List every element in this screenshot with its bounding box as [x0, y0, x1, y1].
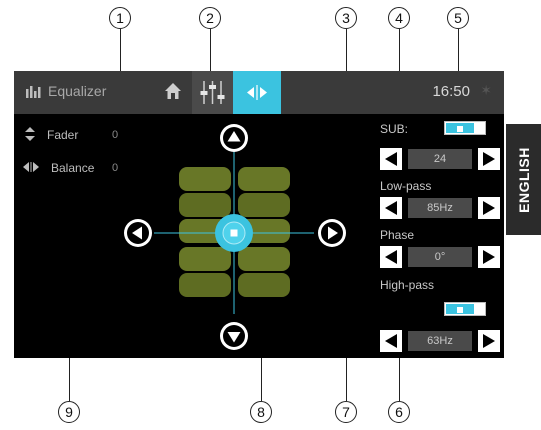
fader-label: Fader [47, 128, 79, 142]
callout-2: 2 [199, 7, 221, 29]
phase-decrease-button[interactable] [380, 246, 402, 268]
mixer-tab[interactable] [192, 71, 233, 114]
balance-icon [247, 85, 267, 100]
device-screen: Equalizer 16:50 ✶ Fader 0 Balance 0 SUB:… [14, 71, 504, 358]
phase-stepper: 0° [380, 246, 500, 268]
callout-1: 1 [109, 7, 131, 29]
sub-increase-button[interactable] [478, 148, 500, 170]
highpass-increase-button[interactable] [478, 330, 500, 352]
balance-fader-pad[interactable] [122, 122, 348, 352]
balance-small-icon [23, 162, 39, 172]
balance-value: 0 [112, 162, 119, 174]
language-label: ENGLISH [515, 146, 532, 213]
callout-8: 8 [250, 401, 272, 423]
speaker-rear-right [238, 247, 290, 297]
lowpass-label: Low-pass [380, 179, 432, 193]
speaker-rear-left [179, 247, 231, 297]
callout-7: 7 [335, 401, 357, 423]
callout-6: 6 [388, 401, 410, 423]
lowpass-increase-button[interactable] [478, 197, 500, 219]
lowpass-value: 85Hz [408, 198, 472, 218]
highpass-stepper: 63Hz [380, 330, 500, 352]
clock: 16:50 [432, 83, 470, 100]
sub-decrease-button[interactable] [380, 148, 402, 170]
phase-label: Phase [380, 228, 415, 242]
lowpass-decrease-button[interactable] [380, 197, 402, 219]
sub-toggle[interactable] [444, 121, 486, 135]
phase-increase-button[interactable] [478, 246, 500, 268]
highpass-value: 63Hz [408, 331, 472, 351]
fader-value: 0 [112, 129, 119, 141]
callout-3: 3 [335, 7, 357, 29]
bluetooth-icon: ✶ [480, 82, 492, 98]
sub-stepper: 24 [380, 148, 500, 170]
callout-4: 4 [388, 7, 410, 29]
callout-5: 5 [447, 7, 469, 29]
lowpass-stepper: 85Hz [380, 197, 500, 219]
arrow-down-button[interactable] [220, 322, 248, 350]
language-tab: ENGLISH [506, 124, 541, 235]
arrow-left-button[interactable] [124, 219, 152, 247]
callout-9: 9 [58, 401, 80, 423]
fader-icon [25, 127, 35, 141]
balance-tab[interactable] [233, 71, 281, 114]
sub-value: 24 [408, 149, 472, 169]
balance-label: Balance [51, 161, 95, 175]
highpass-toggle[interactable] [444, 302, 486, 316]
home-icon[interactable] [164, 82, 182, 100]
highpass-decrease-button[interactable] [380, 330, 402, 352]
phase-value: 0° [408, 247, 472, 267]
equalizer-icon [26, 86, 41, 98]
highpass-label: High-pass [380, 278, 435, 292]
sub-label: SUB: [380, 122, 409, 136]
position-marker[interactable] [215, 214, 253, 252]
top-bar: Equalizer 16:50 ✶ [14, 71, 504, 114]
arrow-up-button[interactable] [220, 124, 248, 152]
mixer-icon [200, 81, 225, 104]
page-title: Equalizer [48, 83, 107, 99]
arrow-right-button[interactable] [318, 219, 346, 247]
